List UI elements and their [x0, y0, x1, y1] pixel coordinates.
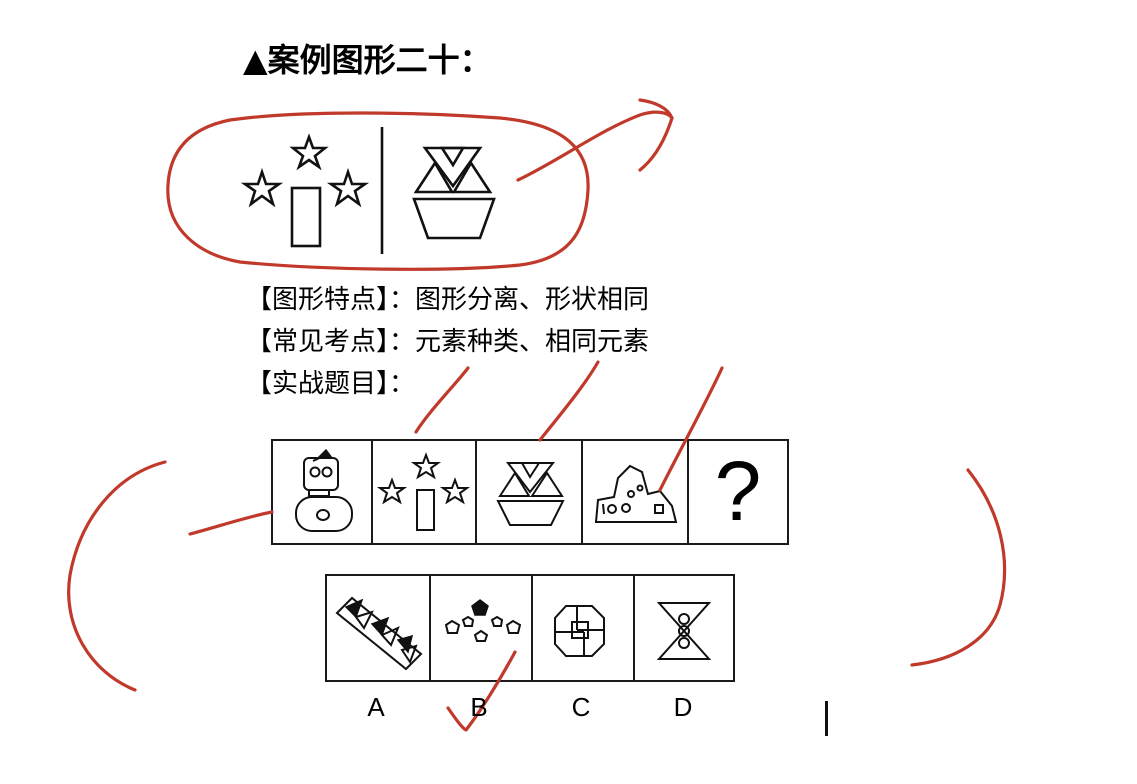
- annotation-arrow-example: [516, 110, 674, 182]
- annotation-arrowhead: [638, 98, 674, 172]
- figure-canvas: [67, 98, 1007, 736]
- annotation-left-bracket: [67, 460, 167, 692]
- option-cell-d[interactable]: [633, 574, 735, 682]
- option-label-d[interactable]: D: [663, 692, 703, 722]
- question-cell-4: [581, 439, 689, 545]
- option-cell-b[interactable]: [429, 574, 533, 682]
- annotation-line-cell3: [538, 360, 600, 442]
- text-cursor: [825, 701, 828, 736]
- option-label-a[interactable]: A: [356, 692, 396, 722]
- annotation-line-cell2: [414, 366, 470, 434]
- example-figure-stars: [240, 133, 370, 248]
- option-cell-c[interactable]: [531, 574, 635, 682]
- options-row: [325, 574, 735, 682]
- question-mark: ?: [714, 444, 762, 538]
- annotation-loop-example: [166, 111, 590, 271]
- example-figure-triangles: [412, 146, 496, 240]
- option-label-c[interactable]: C: [561, 692, 601, 722]
- annotation-line-cell1: [188, 510, 274, 536]
- option-label-b[interactable]: B: [459, 692, 499, 722]
- annotation-right-bracket: [910, 468, 1007, 667]
